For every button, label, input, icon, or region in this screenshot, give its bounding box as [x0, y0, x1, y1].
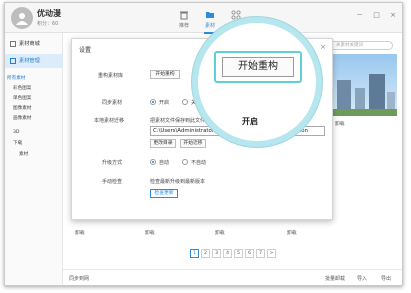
sidebar-item-label: 素材商城: [19, 41, 40, 47]
tree-item[interactable]: 图像素材: [13, 105, 31, 113]
sidebar-item-label: 素材管理: [19, 58, 40, 64]
avatar[interactable]: [11, 7, 33, 29]
tree-item[interactable]: 画像素材: [13, 115, 31, 123]
footer-bar: 同步到网 批量卸载 导入 导出: [63, 269, 402, 285]
next-page-button[interactable]: >: [267, 249, 276, 258]
sidebar-item-store[interactable]: 素材商城: [5, 37, 63, 51]
sidebar-item-manage[interactable]: 素材管理: [5, 54, 63, 68]
tree-item[interactable]: 素材: [19, 151, 28, 159]
rebuild-button[interactable]: 开始重构: [150, 70, 180, 79]
download-label[interactable]: 卸载: [287, 229, 297, 236]
upgrade-auto-label: 自动: [159, 160, 170, 166]
tab-materials[interactable]: 素材: [198, 7, 222, 34]
upgrade-auto-radio[interactable]: [150, 159, 156, 165]
storage-label: 本地素材迁移: [94, 118, 125, 124]
title-bar: 优动漫 积分：60 推荐 素材 － □ ×: [5, 3, 402, 34]
page-button[interactable]: 6: [245, 249, 254, 258]
change-directory-button[interactable]: 更改目录: [150, 139, 176, 148]
user-icon: [16, 13, 28, 25]
store-icon: [10, 41, 16, 47]
sync-off-radio[interactable]: [182, 99, 188, 105]
import-button[interactable]: 导入: [357, 275, 367, 282]
sync-label: 同步素材: [102, 100, 123, 106]
dialog-title: 设置: [79, 47, 92, 54]
folder-icon: [206, 12, 214, 18]
manage-icon: [10, 58, 16, 64]
sync-on-radio[interactable]: [150, 99, 156, 105]
download-label[interactable]: 卸载: [75, 229, 85, 236]
tree-item[interactable]: 下载: [13, 140, 22, 148]
page-button[interactable]: 1: [190, 249, 199, 258]
page-button[interactable]: 2: [201, 249, 210, 258]
points-label: 积分：60: [37, 21, 59, 27]
close-icon[interactable]: ×: [320, 43, 326, 51]
upgrade-label: 升级方式: [102, 160, 123, 166]
tab-label: 素材: [204, 23, 215, 29]
check-label: 手动检查: [102, 179, 123, 185]
window-controls[interactable]: － □ ×: [356, 10, 400, 20]
search-input[interactable]: 关素材关键词: [329, 41, 393, 50]
tab-recommend[interactable]: 推荐: [172, 7, 196, 31]
check-description: 检查最新升级到最新版本: [150, 179, 206, 185]
zoomed-rebuild-button[interactable]: 开始重构: [222, 57, 294, 77]
page-button[interactable]: 3: [212, 249, 221, 258]
page-button[interactable]: 7: [256, 249, 265, 258]
page-button[interactable]: 4: [223, 249, 232, 258]
download-label[interactable]: 卸载: [215, 229, 225, 236]
sidebar: 素材商城 素材管理 所有素材 彩色图案 单色图案 图像素材 画像素材 3D 下载…: [5, 33, 63, 285]
upgrade-manual-label: 不自动: [191, 160, 207, 166]
tree-item[interactable]: 彩色图案: [13, 85, 31, 93]
batch-uninstall-button[interactable]: 批量卸载: [325, 275, 345, 282]
export-button[interactable]: 导出: [381, 275, 391, 282]
material-thumbnail[interactable]: [333, 54, 397, 116]
start-migrate-button[interactable]: 开始迁移: [180, 139, 206, 148]
download-label[interactable]: 卸载: [145, 229, 155, 236]
trash-icon: [180, 11, 188, 20]
sync-button[interactable]: 同步到网: [69, 275, 89, 282]
magnifier-overlay: 开始重构 开启: [192, 17, 322, 147]
page-button[interactable]: 5: [234, 249, 243, 258]
zoomed-label: 开启: [242, 117, 258, 126]
tree-item[interactable]: 单色图案: [13, 95, 31, 103]
download-label[interactable]: 卸载: [335, 120, 345, 127]
pagination: 1 2 3 4 5 6 7 >: [190, 249, 276, 258]
app-name: 优动漫: [37, 9, 61, 18]
app-window: 优动漫 积分：60 推荐 素材 － □ × 素材商城 素材管理 所有素材 彩色图…: [4, 2, 403, 286]
check-update-button[interactable]: 检查更新: [150, 189, 178, 198]
rebuild-label: 重构素材库: [98, 73, 124, 79]
sync-on-label: 开启: [159, 100, 170, 106]
tree-item[interactable]: 所有素材: [7, 75, 25, 83]
tab-label: 推荐: [178, 23, 189, 29]
upgrade-manual-radio[interactable]: [182, 159, 188, 165]
tree-item[interactable]: 3D: [13, 129, 19, 137]
